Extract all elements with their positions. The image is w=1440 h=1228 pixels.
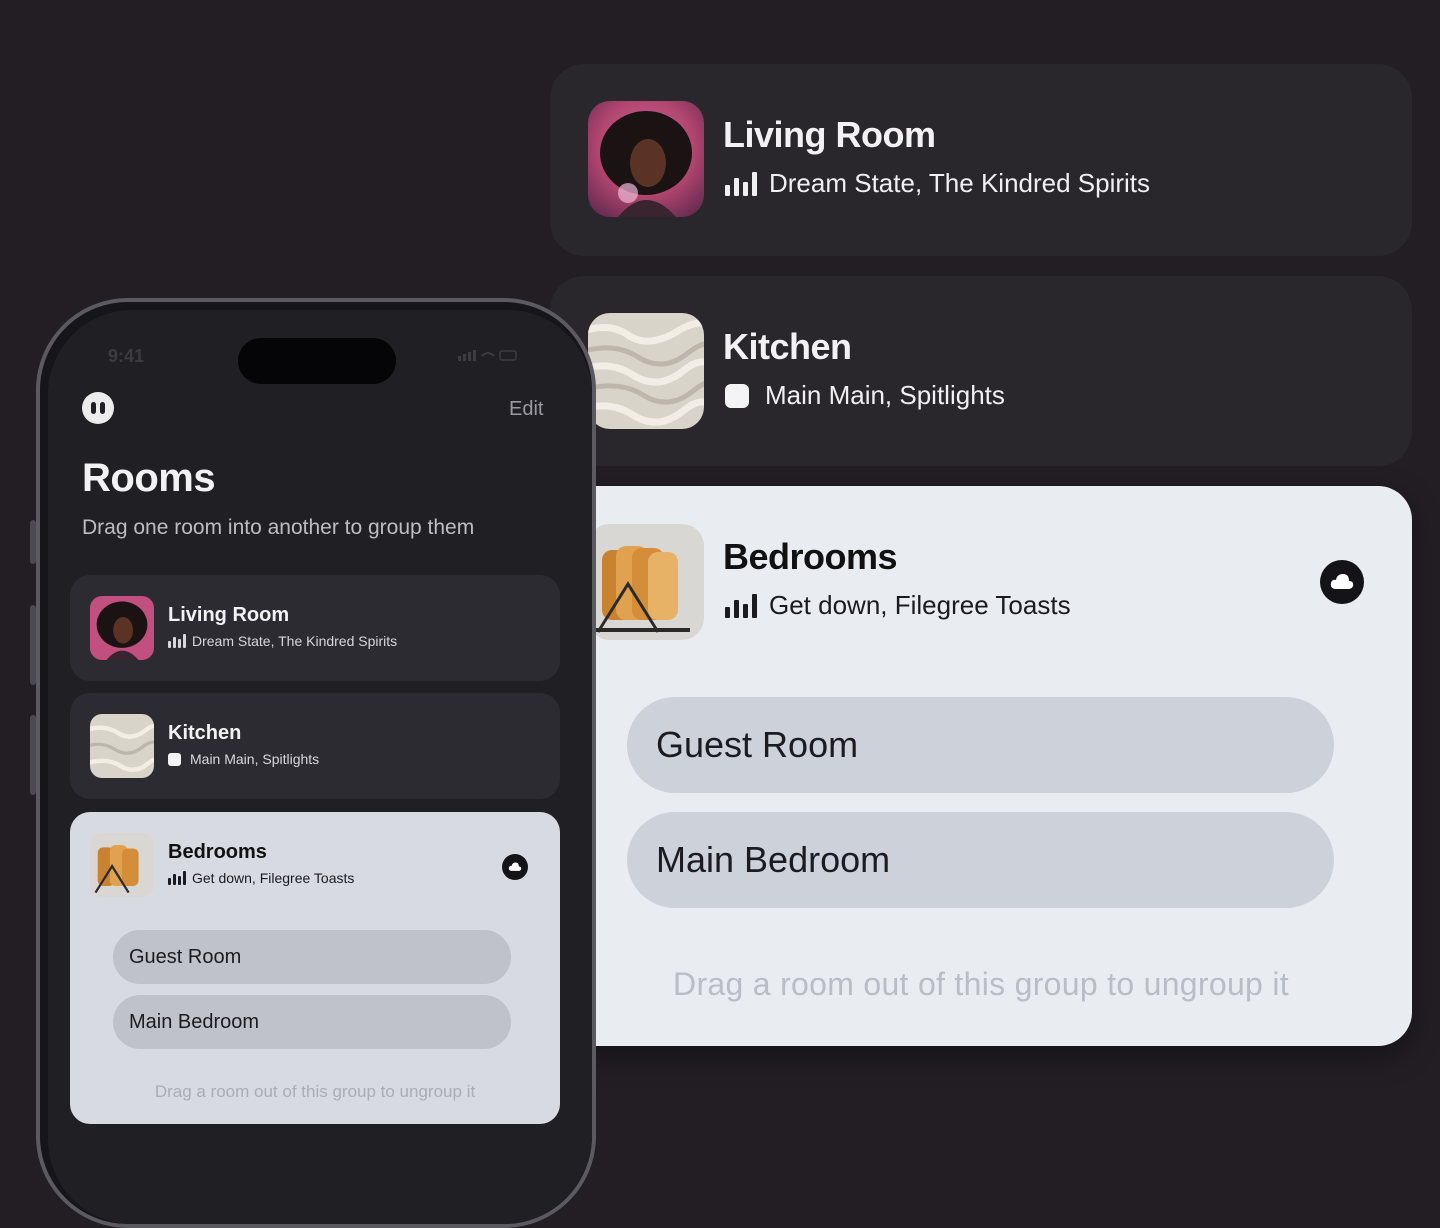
- status-icons: [458, 348, 518, 365]
- bedrooms-subtitle: Get down, Filegree Toasts: [192, 870, 355, 886]
- living-room-now-playing: Dream State, The Kindred Spirits: [725, 168, 1150, 199]
- kitchen-card[interactable]: Kitchen Main Main, Spitlights: [550, 276, 1412, 466]
- main-bedroom-pill[interactable]: Main Bedroom: [627, 812, 1334, 908]
- phone-living-room-card[interactable]: Living Room Dream State, The Kindred Spi…: [70, 575, 560, 681]
- living-room-subtitle: Dream State, The Kindred Spirits: [769, 168, 1151, 198]
- app-logo-icon[interactable]: [82, 392, 114, 424]
- kitchen-subtitle: Main Main, Spitlights: [765, 380, 1005, 410]
- guest-room-pill[interactable]: Guest Room: [627, 697, 1334, 793]
- bedrooms-title: Bedrooms: [723, 536, 898, 577]
- bedrooms-now-playing: Get down, Filegree Toasts: [168, 870, 354, 886]
- page-title: Rooms: [82, 456, 216, 500]
- phone-screen: 9:41 Edit Rooms Drag one room into anoth…: [48, 310, 592, 1224]
- kitchen-subtitle: Main Main, Spitlights: [190, 751, 320, 767]
- living-room-card[interactable]: Living Room Dream State, The Kindred Spi…: [550, 64, 1412, 256]
- phone-kitchen-card[interactable]: Kitchen Main Main, Spitlights: [70, 693, 560, 799]
- kitchen-now-playing: Main Main, Spitlights: [725, 380, 1005, 411]
- bedrooms-subtitle: Get down, Filegree Toasts: [769, 590, 1071, 620]
- playing-bars-icon: [168, 634, 186, 648]
- living-room-album-art: [90, 596, 154, 660]
- status-time: 9:41: [108, 346, 145, 366]
- ungroup-hint: Drag a room out of this group to ungroup…: [154, 1082, 476, 1101]
- bedrooms-title: Bedrooms: [168, 841, 267, 863]
- kitchen-album-art: [90, 714, 154, 778]
- bedrooms-group-card[interactable]: Bedrooms Get down, Filegree Toasts Guest…: [550, 486, 1412, 1046]
- kitchen-album-art: [588, 313, 704, 429]
- stopped-square-icon: [168, 752, 181, 766]
- living-room-title: Living Room: [168, 604, 290, 626]
- phone-bedrooms-group-card[interactable]: Bedrooms Get down, Filegree Toasts Guest…: [70, 812, 560, 1124]
- kitchen-title: Kitchen: [168, 722, 242, 744]
- cloud-icon[interactable]: [502, 854, 528, 880]
- bedrooms-album-art: [90, 833, 154, 897]
- phone-frame: 9:41 Edit Rooms Drag one room into anoth…: [36, 298, 596, 1228]
- living-room-now-playing: Dream State, The Kindred Spirits: [168, 633, 397, 649]
- playing-bars-icon: [725, 593, 757, 618]
- guest-room-pill[interactable]: Guest Room: [113, 930, 511, 984]
- bedrooms-now-playing: Get down, Filegree Toasts: [725, 590, 1071, 621]
- edit-button[interactable]: Edit: [509, 398, 543, 421]
- page-subtitle: Drag one room into another to group them: [82, 516, 475, 539]
- playing-bars-icon: [725, 171, 757, 196]
- living-room-subtitle: Dream State, The Kindred Spirits: [192, 633, 398, 649]
- ungroup-hint: Drag a room out of this group to ungroup…: [673, 966, 1289, 1002]
- stopped-square-icon: [725, 383, 749, 408]
- cloud-icon[interactable]: [1320, 560, 1364, 604]
- playing-bars-icon: [168, 871, 186, 885]
- kitchen-now-playing: Main Main, Spitlights: [168, 751, 319, 767]
- kitchen-title: Kitchen: [723, 326, 852, 367]
- dynamic-island: [238, 338, 396, 384]
- main-bedroom-pill[interactable]: Main Bedroom: [113, 995, 511, 1049]
- living-room-album-art: [588, 101, 704, 217]
- bedrooms-album-art: [588, 524, 704, 640]
- living-room-title: Living Room: [723, 114, 936, 155]
